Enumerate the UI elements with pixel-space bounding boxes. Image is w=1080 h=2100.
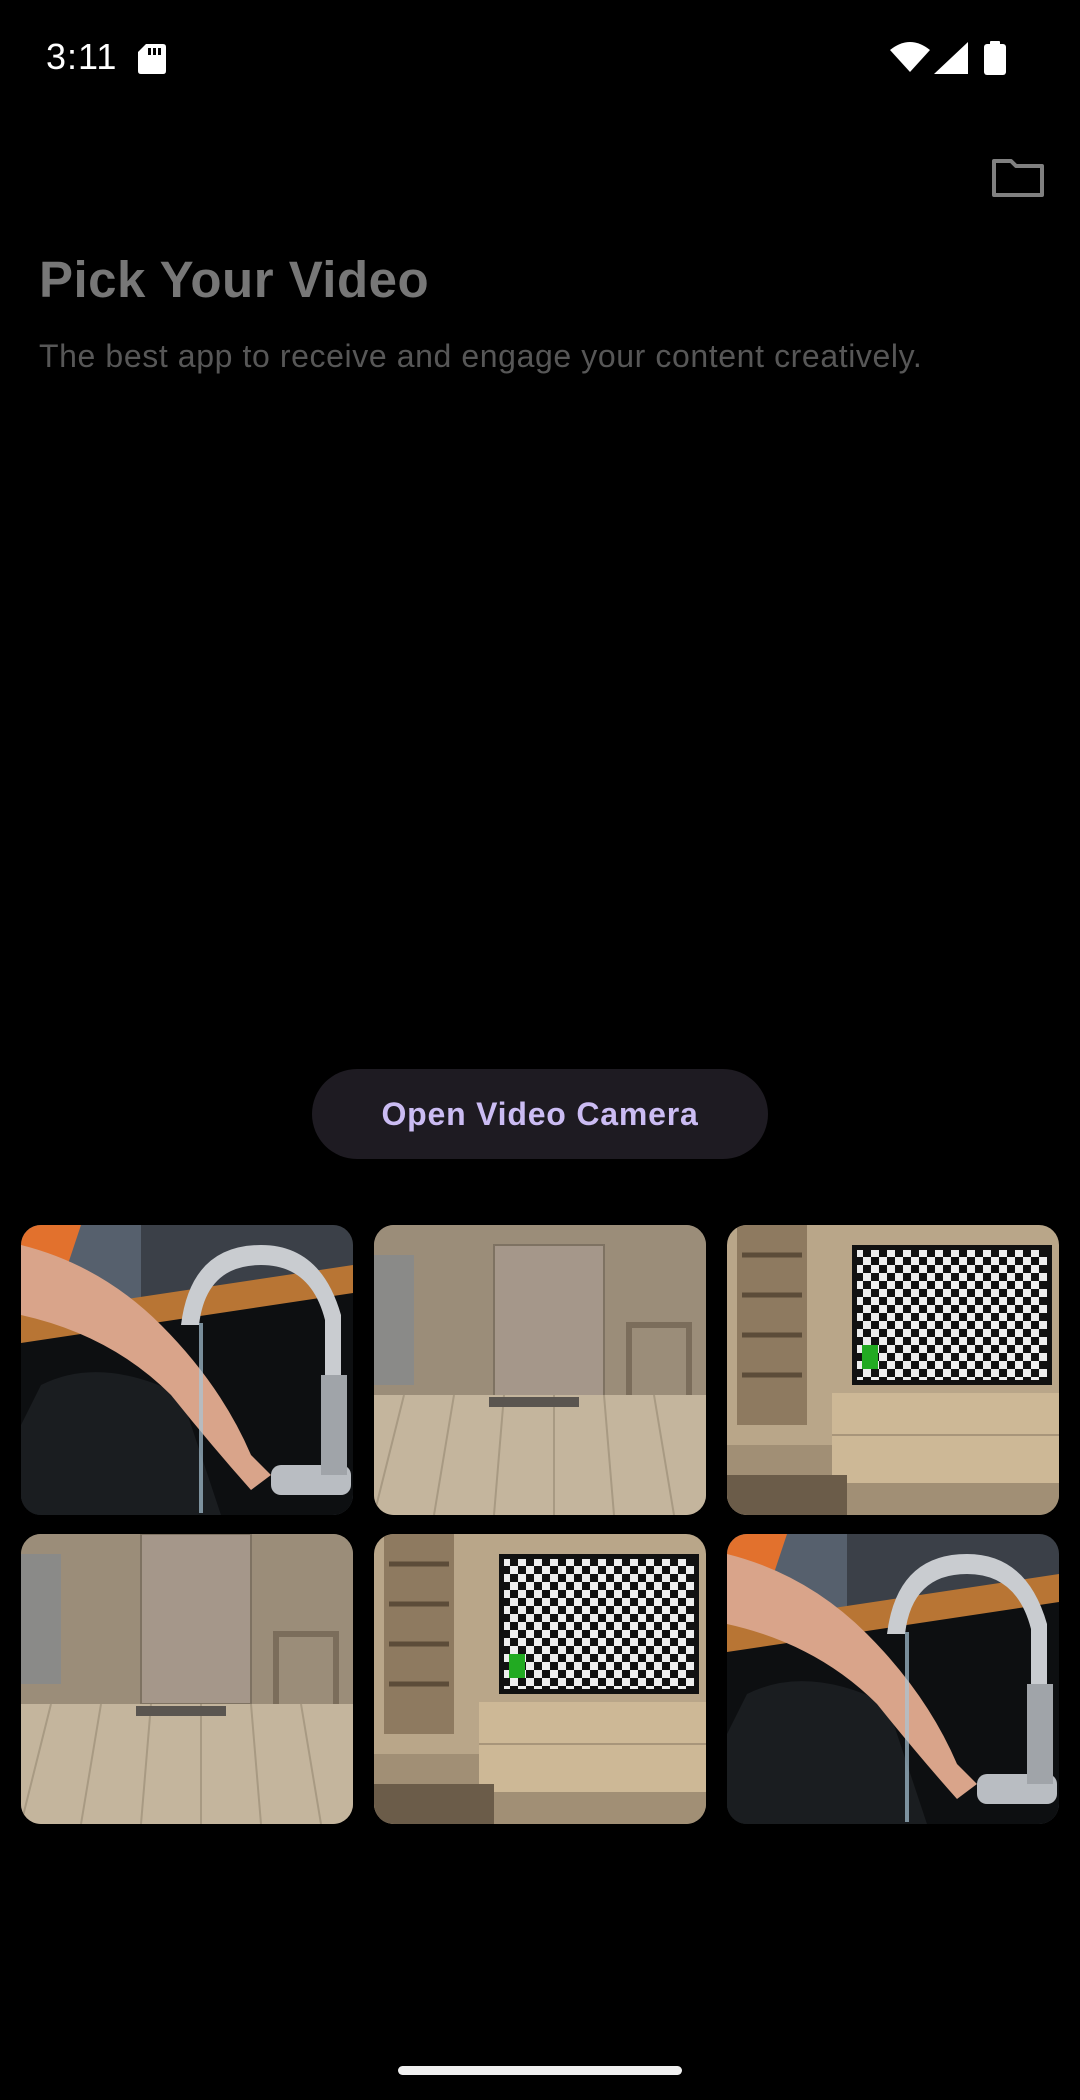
video-thumbnail-empty-room[interactable] [21,1534,353,1824]
status-time: 3:11 [46,36,118,77]
page-title: Pick Your Video [39,251,430,308]
battery-icon [984,41,1006,80]
video-thumbnail-empty-room[interactable] [374,1225,706,1515]
status-bar: 3:11 [0,0,1080,116]
video-thumbnail-tv-checkerboard[interactable] [374,1534,706,1824]
video-thumbnail-kitchen-faucet[interactable] [21,1225,353,1515]
page-subtitle: The best app to receive and engage your … [39,338,923,374]
sd-card-icon [138,44,166,79]
wifi-icon [890,42,930,77]
folder-button[interactable] [980,152,1056,208]
cellular-signal-icon [934,42,968,79]
open-video-camera-button[interactable]: Open Video Camera [312,1069,768,1159]
home-indicator[interactable] [398,2066,682,2075]
video-thumbnail-tv-checkerboard[interactable] [727,1225,1059,1515]
folder-icon [991,158,1045,203]
video-thumbnail-kitchen-faucet[interactable] [727,1534,1059,1824]
video-grid [21,1225,1059,1824]
